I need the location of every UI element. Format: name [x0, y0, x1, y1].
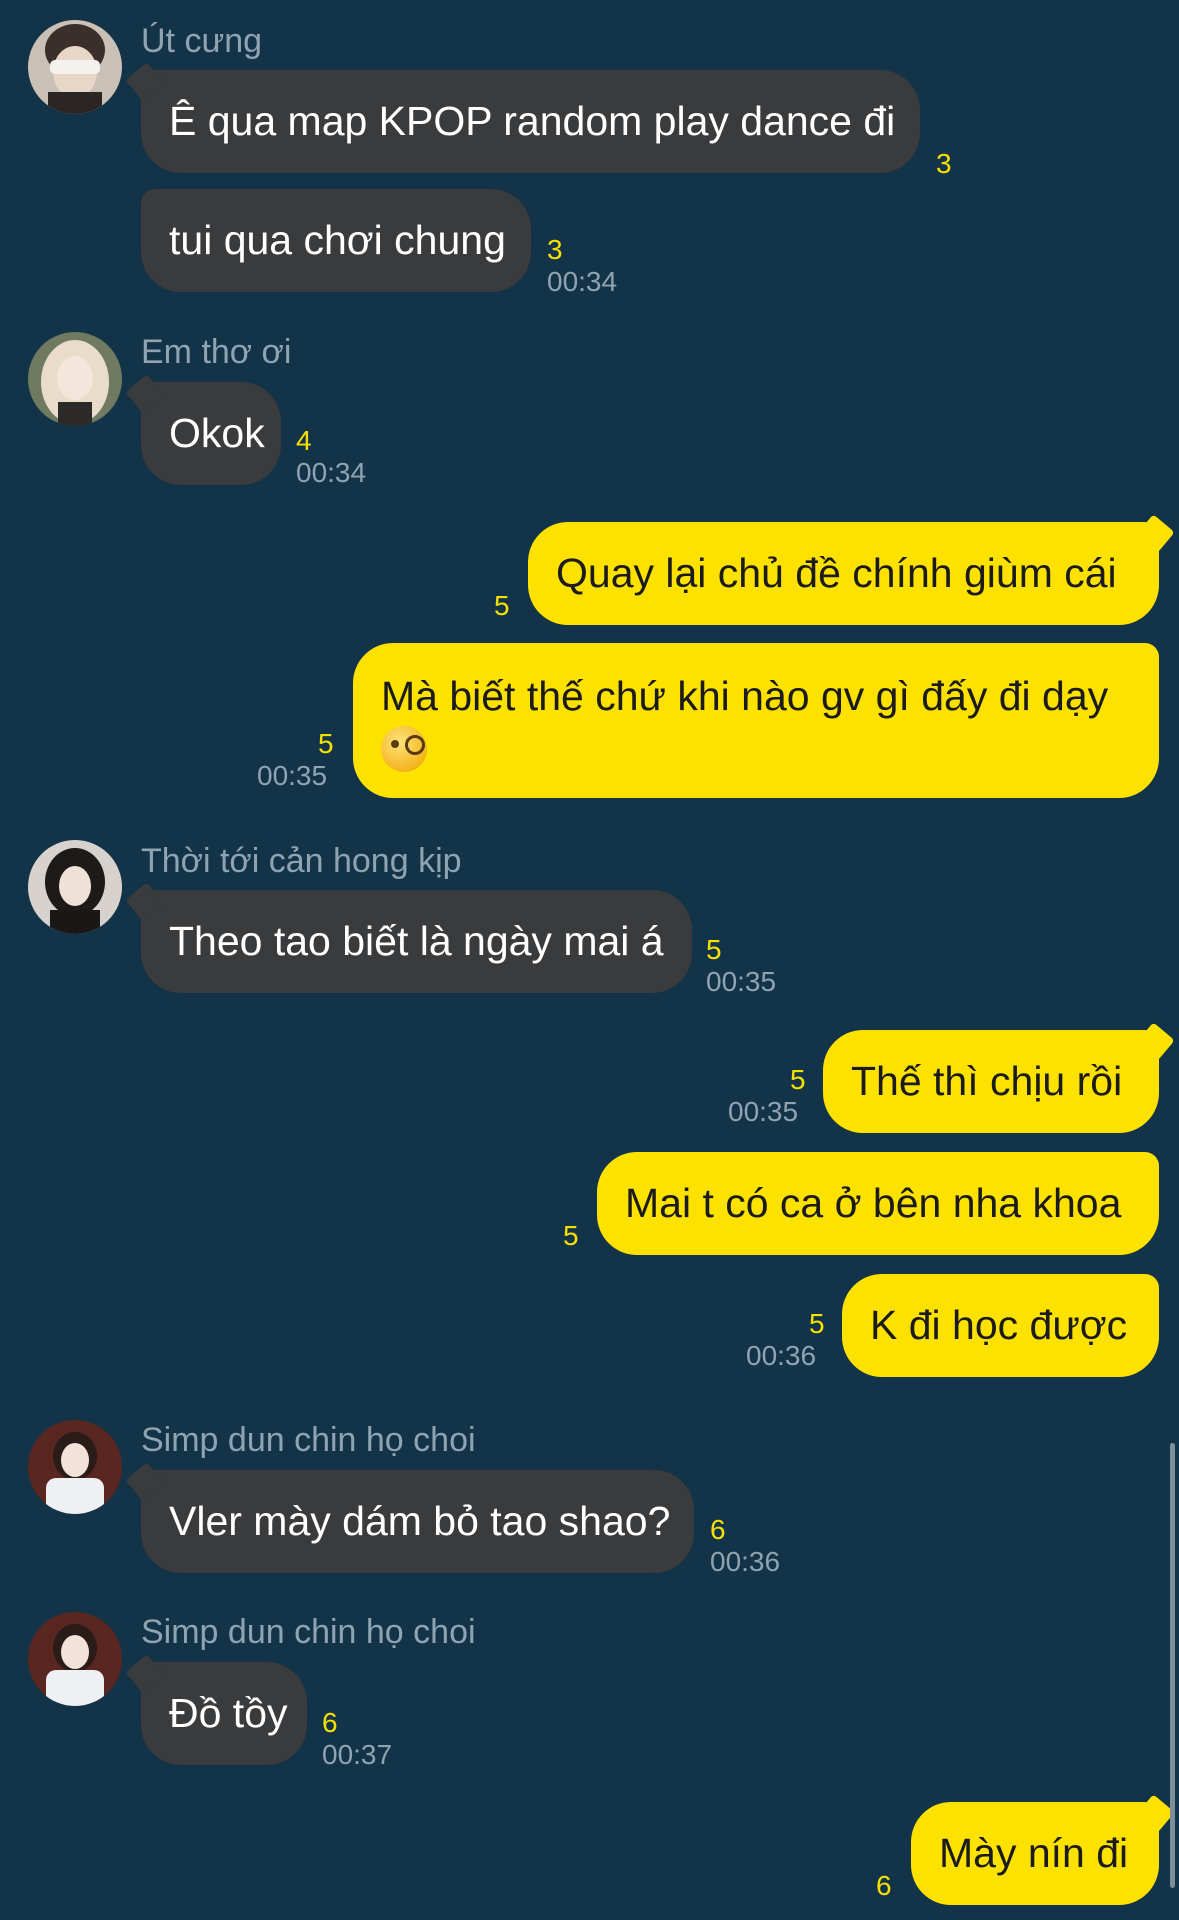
avatar-photo	[28, 1420, 122, 1514]
read-count: 6	[876, 1870, 892, 1901]
read-count: 5	[809, 1308, 825, 1339]
timestamp: 00:34	[547, 266, 618, 297]
message-text: Mai t có ca ở bên nha khoa	[625, 1180, 1122, 1226]
message-text: Thế thì chịu rồi	[851, 1058, 1123, 1104]
message-text: K đi học được	[870, 1302, 1128, 1348]
avatar[interactable]	[28, 840, 122, 934]
timestamp: 00:35	[728, 1096, 799, 1127]
sender-name: Simp dun chin họ choi	[141, 1613, 476, 1651]
read-count: 6	[322, 1707, 338, 1738]
timestamp: 00:36	[710, 1546, 781, 1577]
sender-name: Út cưng	[141, 22, 263, 60]
avatar[interactable]	[28, 20, 122, 114]
face-with-monocle-icon	[381, 726, 427, 773]
outgoing-message[interactable]: Mà biết thế chứ khi nào gv gì đấy đi dạy	[353, 643, 1159, 798]
sender-name: Simp dun chin họ choi	[141, 1421, 476, 1459]
message-text: Quay lại chủ đề chính giùm cái	[556, 550, 1117, 596]
outgoing-message[interactable]: Mày nín đi	[911, 1802, 1159, 1905]
read-count: 5	[563, 1220, 579, 1251]
outgoing-message[interactable]: Quay lại chủ đề chính giùm cái	[528, 522, 1159, 625]
scrollbar[interactable]	[1170, 1443, 1175, 1888]
message-text: Đồ tồy	[169, 1690, 288, 1736]
read-count: 3	[936, 148, 952, 179]
message-text: Theo tao biết là ngày mai á	[169, 918, 664, 964]
read-count: 5	[790, 1064, 806, 1095]
read-count: 3	[547, 234, 563, 265]
incoming-message[interactable]: Theo tao biết là ngày mai á	[141, 890, 692, 993]
message-text: Mày nín đi	[939, 1830, 1129, 1876]
timestamp: 00:37	[322, 1739, 393, 1770]
avatar[interactable]	[28, 1612, 122, 1706]
message-text: Ê qua map KPOP random play dance đi	[169, 98, 896, 144]
outgoing-message[interactable]: Thế thì chịu rồi	[823, 1030, 1159, 1133]
incoming-message[interactable]: tui qua chơi chung	[141, 189, 531, 292]
sender-name: Em thơ ơi	[141, 333, 292, 371]
read-count: 4	[296, 425, 312, 456]
timestamp: 00:36	[746, 1340, 817, 1371]
avatar-photo	[28, 332, 122, 426]
avatar[interactable]	[28, 1420, 122, 1514]
message-text: Mà biết thế chứ khi nào gv gì đấy đi dạy	[381, 673, 1109, 719]
read-count: 5	[318, 728, 334, 759]
outgoing-message[interactable]: Mai t có ca ở bên nha khoa	[597, 1152, 1159, 1255]
read-count: 6	[710, 1514, 726, 1545]
incoming-message[interactable]: Đồ tồy	[141, 1662, 307, 1765]
timestamp: 00:35	[706, 966, 777, 997]
timestamp: 00:34	[296, 457, 367, 488]
message-text: tui qua chơi chung	[169, 217, 506, 263]
incoming-message[interactable]: Ê qua map KPOP random play dance đi	[141, 70, 920, 173]
message-text: Vler mày dám bỏ tao shao?	[169, 1498, 671, 1544]
incoming-message[interactable]: Okok	[141, 382, 281, 485]
incoming-message[interactable]: Vler mày dám bỏ tao shao?	[141, 1470, 694, 1573]
message-text: Okok	[169, 410, 265, 456]
avatar[interactable]	[28, 332, 122, 426]
avatar-photo	[28, 20, 122, 114]
read-count: 5	[706, 934, 722, 965]
avatar-photo	[28, 840, 122, 934]
avatar-photo	[28, 1612, 122, 1706]
sender-name: Thời tới cản hong kịp	[141, 842, 462, 880]
timestamp: 00:35	[257, 760, 328, 791]
outgoing-message[interactable]: K đi học được	[842, 1274, 1159, 1377]
read-count: 5	[494, 590, 510, 621]
